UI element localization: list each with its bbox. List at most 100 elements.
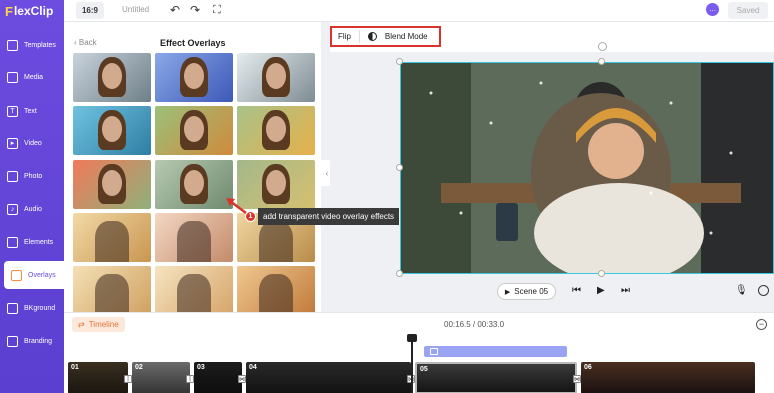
clip-number: 03: [197, 364, 205, 371]
next-icon[interactable]: ⏭: [621, 285, 630, 297]
thumbnail-face: [266, 170, 286, 196]
video-frame-illustration: [401, 63, 773, 273]
rotate-handle[interactable]: [598, 42, 607, 51]
timeline-clip[interactable]: 04: [246, 362, 411, 393]
timeline-clip[interactable]: 06: [581, 362, 755, 393]
sidebar-item-templates[interactable]: Templates: [0, 31, 64, 59]
flip-button[interactable]: Flip: [332, 30, 360, 43]
saved-button[interactable]: Saved: [728, 2, 768, 19]
play-icon[interactable]: ▶: [597, 285, 605, 297]
sidebar-item-label: Branding: [24, 337, 53, 345]
overlay-track-item[interactable]: [424, 346, 567, 357]
timer-icon[interactable]: [758, 285, 769, 296]
redo-icon[interactable]: ↷: [190, 3, 200, 17]
thumbnail-couple: [177, 221, 211, 262]
top-bar: 16:9 Untitled ↶ ↷ ⛶ … Saved: [64, 0, 774, 22]
sidebar-item-photo[interactable]: Photo: [0, 162, 64, 190]
back-link[interactable]: ‹ Back: [74, 38, 97, 47]
playhead-knob[interactable]: [407, 334, 417, 342]
annotation-number-badge: 1: [245, 211, 256, 222]
sidebar-item-branding[interactable]: Branding: [0, 327, 64, 355]
flexclip-logo[interactable]: FlexClip: [0, 0, 64, 22]
timeline-label: Timeline: [88, 320, 119, 329]
timeline-tab[interactable]: ⇄ Timeline: [72, 317, 125, 332]
scene-label: Scene 05: [514, 287, 549, 296]
transition-icon[interactable]: ⋈: [238, 375, 246, 383]
overlay-thumbnail[interactable]: [155, 160, 233, 209]
thumbnail-face: [102, 170, 122, 196]
microphone-icon[interactable]: 🎙: [735, 285, 748, 296]
sidebar-item-text[interactable]: T Text: [0, 97, 64, 125]
project-title[interactable]: Untitled: [122, 5, 149, 14]
scene-play-button[interactable]: ▶ Scene 05: [497, 283, 556, 300]
overlay-thumbnail[interactable]: [73, 53, 151, 102]
video-preview[interactable]: [400, 62, 774, 274]
resize-handle[interactable]: [396, 58, 403, 65]
branding-icon: [7, 335, 18, 347]
media-icon: [7, 71, 18, 83]
resize-handle[interactable]: [598, 58, 605, 65]
audio-icon: ♪: [7, 203, 18, 215]
timeline-clip[interactable]: 03: [194, 362, 242, 393]
overlay-thumbnail[interactable]: [73, 160, 151, 209]
sidebar-item-label: Text: [24, 107, 37, 115]
sidebar-item-elements[interactable]: Elements: [0, 228, 64, 256]
aspect-ratio-button[interactable]: 16:9: [76, 2, 104, 19]
timeline-clip[interactable]: 02: [132, 362, 190, 393]
timeline-icon: ⇄: [78, 320, 85, 329]
sidebar-item-label: BKground: [24, 304, 56, 312]
blend-mode-button[interactable]: Blend Mode: [385, 32, 428, 41]
sidebar-item-video[interactable]: ▸ Video: [0, 129, 64, 157]
overlay-thumbnail[interactable]: [73, 266, 151, 315]
clip-number: 06: [584, 364, 592, 371]
thumbnail-face: [266, 63, 286, 89]
transition-icon[interactable]: |: [186, 375, 194, 383]
transition-icon[interactable]: |: [124, 375, 132, 383]
panel-title: Effect Overlays: [160, 38, 226, 48]
overlay-thumbnail[interactable]: [73, 213, 151, 262]
timeline: ⇄ Timeline 00:16.5 / 00:33.0 − 01 02 03 0…: [64, 312, 774, 393]
timeline-clip[interactable]: 01: [68, 362, 128, 393]
clip-number: 01: [71, 364, 79, 371]
logo-mark: F: [5, 3, 13, 19]
overlay-thumbnail[interactable]: [73, 106, 151, 155]
fullscreen-icon[interactable]: ⛶: [213, 3, 221, 17]
sidebar-item-media[interactable]: Media: [0, 63, 64, 91]
overlay-thumbnail[interactable]: [155, 213, 233, 262]
overlay-thumbnail[interactable]: [155, 53, 233, 102]
transition-icon[interactable]: ⋈: [573, 375, 581, 383]
overlay-thumbnail[interactable]: [237, 53, 315, 102]
clip-number: 04: [249, 364, 257, 371]
resize-handle[interactable]: [396, 164, 403, 171]
timeline-clip-selected[interactable]: 05: [415, 362, 577, 393]
undo-icon[interactable]: ↶: [170, 3, 180, 17]
overlay-thumbnail[interactable]: [237, 106, 315, 155]
previous-icon[interactable]: ⏮: [572, 285, 581, 297]
resize-handle[interactable]: [598, 270, 605, 277]
sidebar-item-bkground[interactable]: BKground: [0, 294, 64, 322]
resize-handle[interactable]: [396, 270, 403, 277]
sidebar-item-label: Templates: [24, 41, 56, 49]
overlay-thumbnail[interactable]: [237, 266, 315, 315]
thumbnail-couple: [177, 274, 211, 315]
photo-icon: [7, 170, 18, 182]
video-icon: ▸: [7, 137, 18, 149]
sidebar-item-label: Media: [24, 73, 44, 81]
sidebar-item-overlays[interactable]: Overlays: [4, 261, 64, 289]
sidebar-item-label: Overlays: [28, 271, 56, 279]
collapse-timeline-icon[interactable]: −: [756, 319, 767, 330]
back-label: Back: [78, 38, 97, 47]
overlay-track-icon: [430, 348, 438, 355]
sidebar-item-audio[interactable]: ♪ Audio: [0, 195, 64, 223]
thumbnail-face: [184, 63, 204, 89]
blend-mode-icon[interactable]: [367, 32, 377, 41]
elements-icon: [7, 236, 18, 248]
sidebar-item-label: Photo: [24, 172, 43, 180]
chat-icon[interactable]: …: [706, 3, 719, 16]
sidebar: FlexClip Templates Media T Text ▸ Video Ph…: [0, 0, 64, 393]
overlay-thumbnail[interactable]: [155, 106, 233, 155]
thumbnail-couple: [95, 274, 129, 315]
layers-icon: [7, 39, 18, 51]
overlay-thumbnail[interactable]: [155, 266, 233, 315]
playhead[interactable]: [411, 337, 413, 393]
